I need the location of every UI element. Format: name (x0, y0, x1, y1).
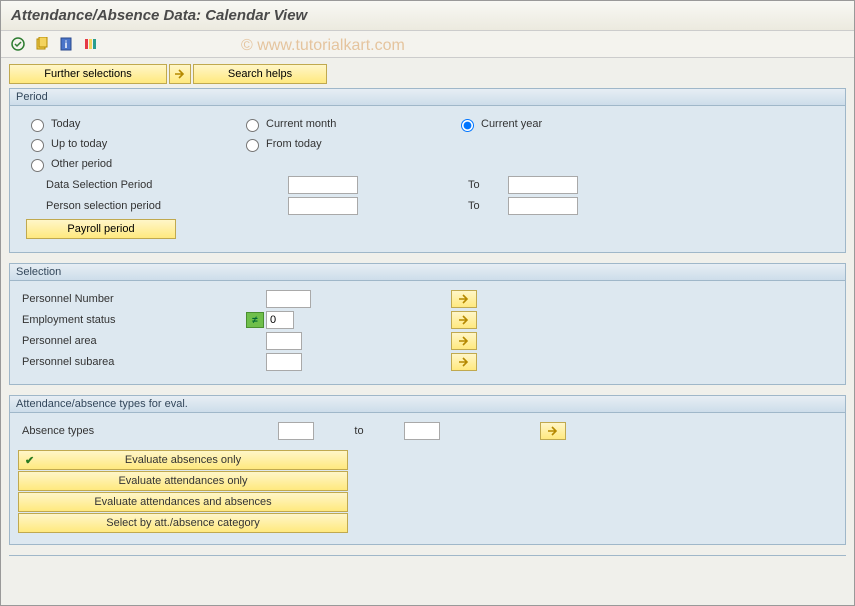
further-selections-button[interactable]: Further selections (9, 64, 167, 84)
radio-from-today[interactable]: From today (241, 136, 416, 152)
absence-types-to-label: to (314, 425, 404, 437)
employment-status-multi-button[interactable] (451, 311, 477, 329)
data-selection-to-input[interactable] (508, 176, 578, 194)
toolbar: i (1, 31, 854, 58)
svg-text:i: i (65, 40, 68, 51)
absence-types-to-input[interactable] (404, 422, 440, 440)
columns-icon[interactable] (81, 35, 99, 53)
radio-current-month[interactable]: Current month (241, 116, 416, 132)
search-helps-arrow-icon[interactable] (169, 64, 191, 84)
radio-current-year-label: Current year (481, 118, 542, 130)
personnel-number-multi-button[interactable] (451, 290, 477, 308)
person-selection-from-input[interactable] (288, 197, 358, 215)
employment-status-label: Employment status (18, 314, 246, 326)
evaluate-absences-only-button[interactable]: ✔ Evaluate absences only (18, 450, 348, 470)
period-panel: Period Today Current month Current year … (9, 88, 846, 253)
eval-panel: Attendance/absence types for eval. Absen… (9, 395, 846, 545)
top-button-row: Further selections Search helps (9, 64, 846, 84)
radio-current-year[interactable]: Current year (456, 116, 631, 132)
evaluate-attendances-only-button[interactable]: Evaluate attendances only (18, 471, 348, 491)
evaluate-attendances-only-label: Evaluate attendances only (118, 475, 247, 487)
eval-panel-title: Attendance/absence types for eval. (10, 396, 845, 413)
data-selection-from-input[interactable] (288, 176, 358, 194)
radio-today[interactable]: Today (26, 116, 201, 132)
info-icon[interactable]: i (57, 35, 75, 53)
personnel-number-label: Personnel Number (18, 293, 266, 305)
radio-other-period[interactable]: Other period (26, 156, 201, 172)
window-title: Attendance/Absence Data: Calendar View (1, 1, 854, 31)
period-panel-title: Period (10, 89, 845, 106)
not-equal-icon[interactable]: ≠ (246, 312, 264, 328)
radio-current-month-label: Current month (266, 118, 336, 130)
personnel-area-label: Personnel area (18, 335, 266, 347)
absence-types-label: Absence types (18, 425, 278, 437)
absence-types-from-input[interactable] (278, 422, 314, 440)
evaluate-absences-only-label: Evaluate absences only (125, 454, 241, 466)
evaluate-attendances-absences-label: Evaluate attendances and absences (94, 496, 271, 508)
personnel-area-input[interactable] (266, 332, 302, 350)
app-window: Attendance/Absence Data: Calendar View ©… (0, 0, 855, 606)
selection-panel-title: Selection (10, 264, 845, 281)
check-icon: ✔ (25, 454, 34, 467)
selection-panel: Selection Personnel Number Employment st… (9, 263, 846, 385)
person-selection-period-label: Person selection period (18, 200, 188, 212)
variant-icon[interactable] (33, 35, 51, 53)
search-helps-button[interactable]: Search helps (193, 64, 327, 84)
absence-types-multi-button[interactable] (540, 422, 566, 440)
select-by-category-label: Select by att./absence category (106, 517, 259, 529)
personnel-subarea-multi-button[interactable] (451, 353, 477, 371)
bottom-separator (9, 555, 846, 556)
radio-today-label: Today (51, 118, 80, 130)
employment-status-input[interactable] (266, 311, 294, 329)
personnel-area-multi-button[interactable] (451, 332, 477, 350)
select-by-category-button[interactable]: Select by att./absence category (18, 513, 348, 533)
radio-from-today-label: From today (266, 138, 322, 150)
radio-up-to-today[interactable]: Up to today (26, 136, 201, 152)
personnel-number-input[interactable] (266, 290, 311, 308)
radio-other-period-label: Other period (51, 158, 112, 170)
person-selection-to-label: To (468, 200, 508, 212)
data-selection-period-label: Data Selection Period (18, 179, 188, 191)
payroll-period-button[interactable]: Payroll period (26, 219, 176, 239)
person-selection-to-input[interactable] (508, 197, 578, 215)
data-selection-to-label: To (468, 179, 508, 191)
personnel-subarea-input[interactable] (266, 353, 302, 371)
execute-icon[interactable] (9, 35, 27, 53)
content-area: Further selections Search helps Period T… (1, 58, 854, 562)
radio-up-to-today-label: Up to today (51, 138, 107, 150)
personnel-subarea-label: Personnel subarea (18, 356, 266, 368)
evaluate-attendances-absences-button[interactable]: Evaluate attendances and absences (18, 492, 348, 512)
